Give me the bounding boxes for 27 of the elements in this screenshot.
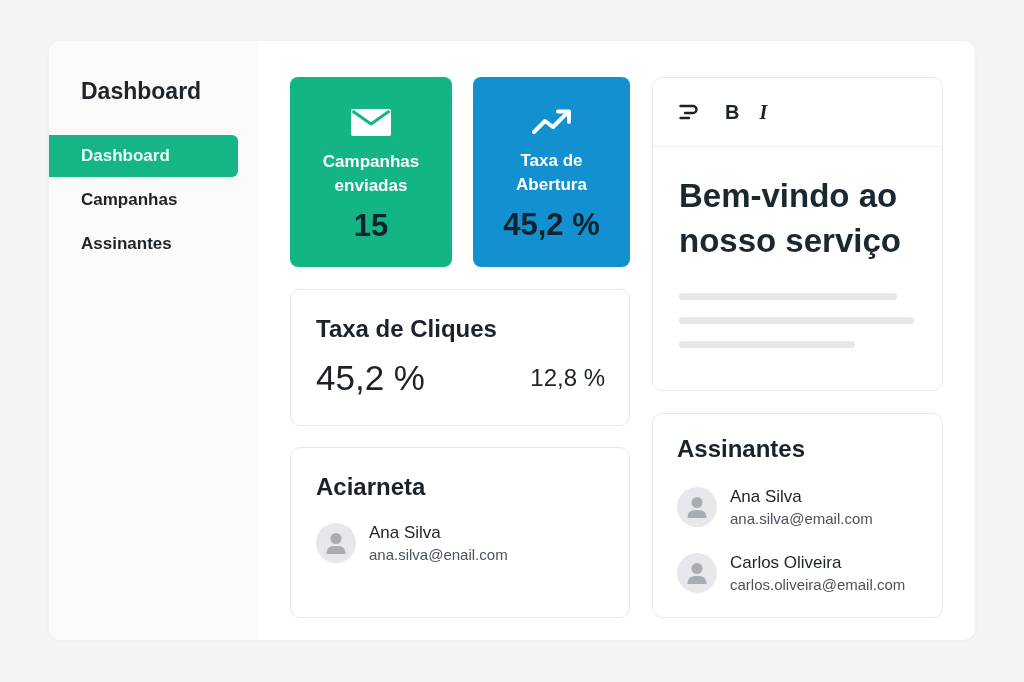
- stat-value: 45,2 %: [503, 207, 600, 243]
- card-title: Taxa de Cliques: [316, 314, 498, 344]
- secondary-rate-value: 12,8 %: [530, 363, 605, 393]
- editor-heading: Bem-vindo ao nosso serviço: [679, 176, 902, 261]
- contact-name: Ana Silva: [730, 486, 803, 507]
- contact-name: Ana Silva: [369, 522, 442, 543]
- card-title: Assinantes: [677, 434, 807, 464]
- bold-button[interactable]: B: [719, 99, 746, 125]
- sidebar-title: Dashboard: [81, 77, 202, 105]
- contact-email: ana.silva@email.com: [730, 509, 873, 528]
- italic-button[interactable]: I: [753, 99, 774, 125]
- sidebar-item[interactable]: Campanhas: [49, 179, 238, 221]
- contact-email: ana.silva@enail.com: [369, 545, 508, 564]
- sidebar-item[interactable]: Assinantes: [49, 223, 238, 265]
- stat-label: Taxa de Abertura: [515, 150, 588, 196]
- text-lines-icon[interactable]: [679, 104, 699, 120]
- stat-label: Campanhas enviadas: [321, 151, 421, 197]
- contact-name: Carlos Oliveira: [730, 552, 843, 573]
- contact-email: carlos.oliveira@email.com: [730, 575, 906, 594]
- avatar-icon: [316, 523, 356, 563]
- avatar-icon: [677, 487, 717, 527]
- avatar-icon: [677, 553, 717, 593]
- stat-value: 15: [353, 208, 389, 244]
- trend-up-icon: [531, 109, 572, 135]
- envelope-icon: [351, 109, 391, 136]
- click-rate-value: 45,2 %: [316, 358, 425, 398]
- card-title: Aciarneta: [316, 472, 427, 502]
